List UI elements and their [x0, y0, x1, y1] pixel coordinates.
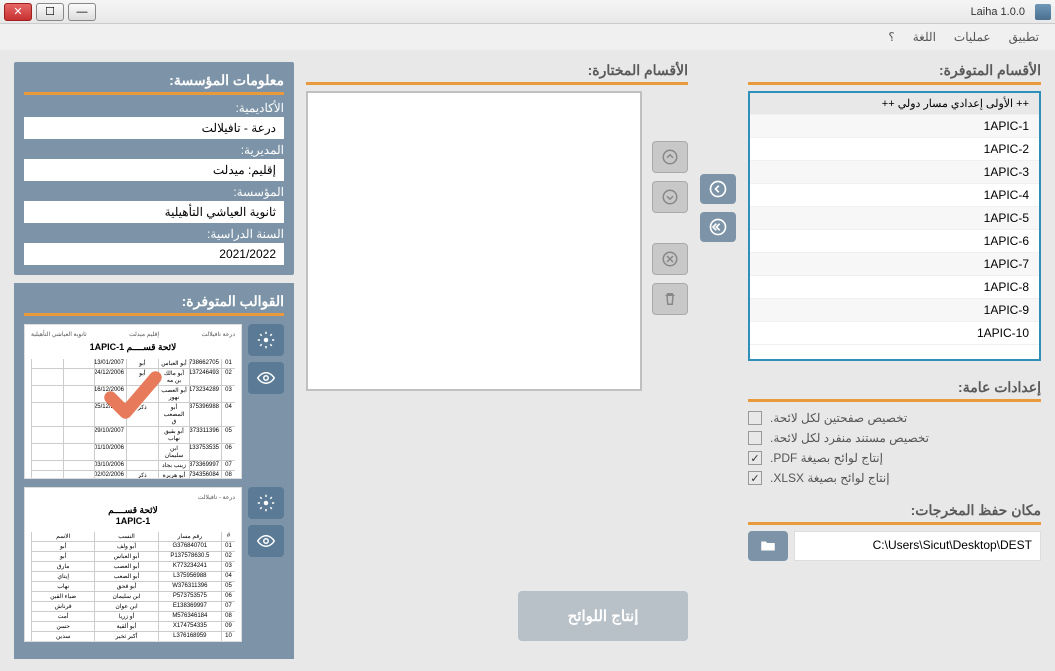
- direction-value: إقليم: ميدلت: [24, 159, 284, 181]
- template-settings-button[interactable]: [248, 324, 284, 356]
- move-down-button[interactable]: [652, 181, 688, 213]
- template-card-2[interactable]: درعة - تافيلالت لائحة قســــم1APIC-1 #رق…: [24, 487, 284, 642]
- template-preview-button-2[interactable]: [248, 525, 284, 557]
- selected-sections-title: الأقسام المختارة:: [306, 62, 688, 85]
- list-item[interactable]: 1APIC-8: [750, 276, 1039, 299]
- window-title: Laiha 1.0.0: [96, 6, 1031, 18]
- academy-value: درعة - تافيلالت: [24, 117, 284, 139]
- direction-label: المديرية:: [24, 143, 284, 157]
- check-pdf[interactable]: إنتاج لوائح بصيغة PDF.✓: [748, 448, 1041, 468]
- year-value: 2021/2022: [24, 243, 284, 265]
- window-close-button[interactable]: ✕: [4, 3, 32, 21]
- list-item[interactable]: 1APIC-9: [750, 299, 1039, 322]
- list-item[interactable]: 1APIC-1: [750, 115, 1039, 138]
- template-preview-button[interactable]: [248, 362, 284, 394]
- menu-help[interactable]: ؟: [888, 30, 894, 44]
- window-minimize-button[interactable]: —: [68, 3, 96, 21]
- move-up-button[interactable]: [652, 141, 688, 173]
- check-xlsx[interactable]: إنتاج لوائح بصيغة XLSX.✓: [748, 468, 1041, 488]
- list-item[interactable]: 1APIC-6: [750, 230, 1039, 253]
- list-item[interactable]: 1APIC-5: [750, 207, 1039, 230]
- academy-label: الأكاديمية:: [24, 101, 284, 115]
- templates-title: القوالب المتوفرة:: [24, 293, 284, 316]
- app-icon: [1035, 4, 1051, 20]
- school-label: المؤسسة:: [24, 185, 284, 199]
- window-maximize-button[interactable]: ☐: [36, 3, 64, 21]
- list-item[interactable]: 1APIC-4: [750, 184, 1039, 207]
- templates-panel: القوالب المتوفرة: درعة تافيلالتإقليم ميد…: [14, 283, 294, 659]
- list-item[interactable]: 1APIC-3: [750, 161, 1039, 184]
- add-all-button[interactable]: [700, 212, 736, 242]
- institution-info-panel: معلومات المؤسسة: الأكاديمية: درعة - تافي…: [14, 62, 294, 275]
- menu-ops[interactable]: عمليات: [954, 30, 991, 44]
- info-title: معلومات المؤسسة:: [24, 72, 284, 95]
- available-sections-list[interactable]: ++ الأولى إعدادي مسار دولي ++1APIC-11API…: [748, 91, 1041, 361]
- browse-folder-button[interactable]: [748, 531, 788, 561]
- selected-sections-list[interactable]: [306, 91, 642, 391]
- check-separate-doc[interactable]: تخصيص مستند منفرد لكل لائحة.: [748, 428, 1041, 448]
- template-preview-2: درعة - تافيلالت لائحة قســــم1APIC-1 #رق…: [24, 487, 242, 642]
- add-selected-button[interactable]: [700, 174, 736, 204]
- titlebar: ✕ ☐ — Laiha 1.0.0: [0, 0, 1055, 24]
- template-card-1[interactable]: درعة تافيلالتإقليم ميدلتثانوية العياشي ا…: [24, 324, 284, 479]
- list-item[interactable]: 1APIC-7: [750, 253, 1039, 276]
- clear-button[interactable]: [652, 283, 688, 315]
- list-item[interactable]: ++ الأولى إعدادي مسار دولي ++: [750, 93, 1039, 115]
- list-item[interactable]: 1APIC-2: [750, 138, 1039, 161]
- list-item[interactable]: 1APIC-10: [750, 322, 1039, 345]
- available-sections-title: الأقسام المتوفرة:: [748, 62, 1041, 85]
- template-preview-1: درعة تافيلالتإقليم ميدلتثانوية العياشي ا…: [24, 324, 242, 479]
- output-title: مكان حفظ المخرجات:: [748, 502, 1041, 525]
- template-settings-button-2[interactable]: [248, 487, 284, 519]
- menu-app[interactable]: تطبيق: [1009, 30, 1039, 44]
- year-label: السنة الدراسية:: [24, 227, 284, 241]
- menubar: تطبيق عمليات اللغة ؟: [0, 24, 1055, 50]
- remove-button[interactable]: [652, 243, 688, 275]
- settings-title: إعدادات عامة:: [748, 379, 1041, 402]
- school-value: ثانوية العياشي التأهيلية: [24, 201, 284, 223]
- selected-check-icon: [98, 365, 168, 430]
- check-two-pages[interactable]: تخصيص صفحتين لكل لائحة.: [748, 408, 1041, 428]
- output-path-field[interactable]: C:\Users\Sicut\Desktop\DEST: [794, 531, 1041, 561]
- menu-lang[interactable]: اللغة: [913, 30, 936, 44]
- generate-button[interactable]: إنتاج اللوائح: [518, 591, 688, 641]
